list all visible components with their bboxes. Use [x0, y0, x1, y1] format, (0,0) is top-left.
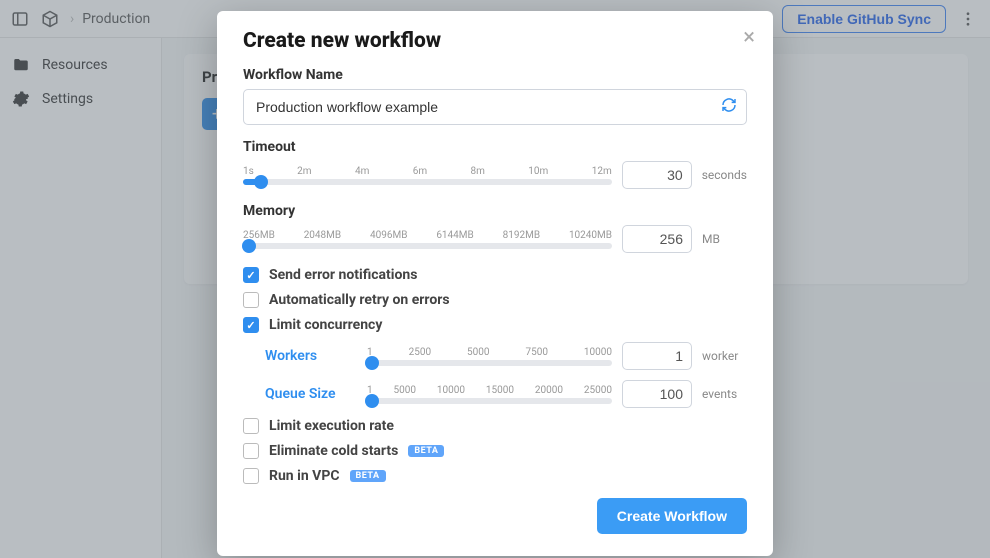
create-workflow-button[interactable]: Create Workflow — [597, 498, 747, 534]
check-limit-concurrency[interactable]: Limit concurrency — [243, 317, 747, 333]
timeout-thumb[interactable] — [254, 175, 268, 189]
queue-ticks: 1 5000 10000 15000 20000 25000 — [367, 385, 612, 396]
queue-thumb[interactable] — [365, 394, 379, 408]
checkbox-icon[interactable] — [243, 317, 259, 333]
memory-ticks: 256MB 2048MB 4096MB 6144MB 8192MB 10240M… — [243, 230, 612, 241]
timeout-unit: seconds — [702, 168, 747, 182]
workers-ticks: 1 2500 5000 7500 10000 — [367, 347, 612, 358]
check-error-notifications[interactable]: Send error notifications — [243, 267, 747, 283]
queue-input[interactable] — [622, 380, 692, 408]
memory-thumb[interactable] — [242, 239, 256, 253]
memory-section: Memory 256MB 2048MB 4096MB 6144MB 8192MB… — [243, 203, 747, 253]
workflow-name-input[interactable] — [243, 89, 747, 125]
timeout-input[interactable] — [622, 161, 692, 189]
workers-thumb[interactable] — [365, 356, 379, 370]
modal-title: Create new workflow — [243, 29, 747, 53]
workers-label: Workers — [265, 348, 357, 364]
workflow-name-wrap — [243, 89, 747, 125]
close-icon[interactable]: × — [743, 25, 755, 50]
timeout-ticks: 1s 2m 4m 6m 8m 10m 12m — [243, 166, 612, 177]
check-cold-starts[interactable]: Eliminate cold starts BETA — [243, 443, 747, 459]
beta-badge: BETA — [350, 470, 386, 482]
timeout-section: Timeout 1s 2m 4m 6m 8m 10m 12m — [243, 139, 747, 189]
workers-input[interactable] — [622, 342, 692, 370]
timeout-label: Timeout — [243, 139, 747, 155]
check-run-vpc[interactable]: Run in VPC BETA — [243, 468, 747, 484]
checkbox-icon[interactable] — [243, 443, 259, 459]
memory-slider[interactable] — [243, 243, 612, 249]
check-auto-retry[interactable]: Automatically retry on errors — [243, 292, 747, 308]
modal-footer: Create Workflow — [243, 498, 747, 534]
queue-slider[interactable] — [367, 398, 612, 404]
concurrency-sub: Workers 1 2500 5000 7500 10000 — [265, 342, 747, 408]
memory-unit: MB — [702, 232, 747, 246]
workflow-name-label: Workflow Name — [243, 67, 747, 83]
checkbox-icon[interactable] — [243, 418, 259, 434]
create-workflow-modal: × Create new workflow Workflow Name Time… — [217, 11, 773, 556]
options: Send error notifications Automatically r… — [243, 267, 747, 484]
check-limit-rate[interactable]: Limit execution rate — [243, 418, 747, 434]
memory-label: Memory — [243, 203, 747, 219]
regenerate-icon[interactable] — [721, 97, 737, 117]
beta-badge: BETA — [408, 445, 444, 457]
workers-slider[interactable] — [367, 360, 612, 366]
queue-unit: events — [702, 387, 747, 401]
checkbox-icon[interactable] — [243, 292, 259, 308]
timeout-slider[interactable] — [243, 179, 612, 185]
checkbox-icon[interactable] — [243, 468, 259, 484]
modal-overlay: × Create new workflow Workflow Name Time… — [0, 0, 990, 558]
checkbox-icon[interactable] — [243, 267, 259, 283]
memory-input[interactable] — [622, 225, 692, 253]
workers-unit: worker — [702, 349, 747, 363]
queue-label: Queue Size — [265, 386, 357, 402]
